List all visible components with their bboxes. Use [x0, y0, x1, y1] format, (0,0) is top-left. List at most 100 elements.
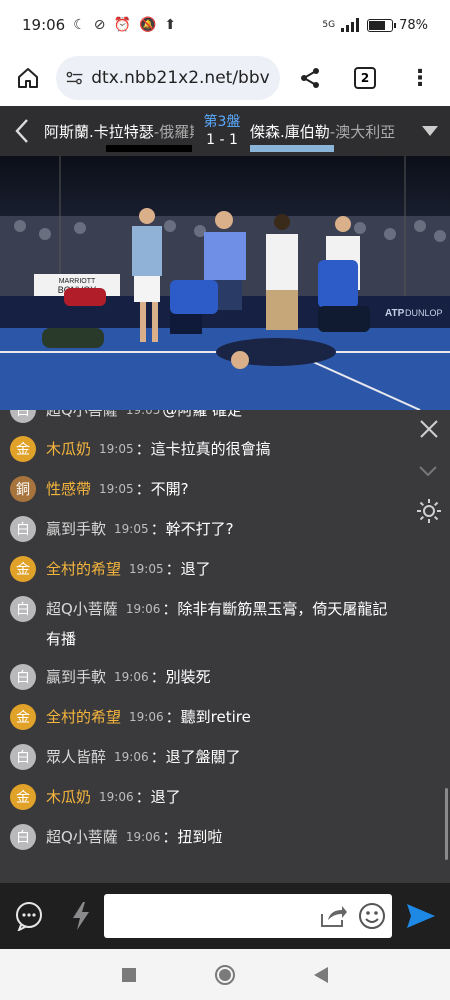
chat-text: ：不開? — [135, 480, 189, 498]
badge-white: 白 — [10, 744, 36, 770]
chevron-down-icon — [419, 466, 437, 477]
home-button[interactable] — [0, 50, 56, 106]
chat-text-content: 這卡拉真的很會搞 — [150, 440, 271, 458]
battery-value: 78 — [399, 17, 416, 33]
chat-mode-button[interactable] — [0, 901, 58, 931]
badge-white: 白 — [10, 664, 36, 690]
send-button[interactable] — [392, 903, 450, 929]
chat-text: ：扭到啦 — [162, 828, 223, 846]
quick-message-button[interactable] — [58, 902, 104, 930]
chat-text: @阿蘿 確定 — [162, 410, 243, 419]
chat-scrollbar[interactable] — [445, 788, 448, 860]
player-right-country: -澳大利亞 — [329, 122, 396, 141]
status-time: 19:06 — [22, 16, 66, 34]
chat-message: 金 全村的希望 19:05 ：退了 — [10, 556, 410, 582]
set-score: 1 - 1 — [206, 132, 238, 148]
chat-username[interactable]: 全村的希望 — [46, 704, 121, 730]
alarm-icon: ⏰ — [113, 17, 131, 33]
video-player[interactable]: MARRIOTT BONVOY ATP DUNLOP — [0, 156, 450, 410]
browser-toolbar: dtx.nbb21x2.net/bbview 2 ⋮ — [0, 50, 450, 106]
badge-white: 白 — [10, 824, 36, 850]
mute-notification-icon: ⊘ — [93, 17, 106, 33]
chat-timestamp: 19:06 — [114, 670, 149, 684]
chat-timestamp: 19:06 — [129, 710, 164, 724]
chat-text-content: 不開? — [150, 480, 189, 498]
chat-message: 金 木瓜奶 19:05 ：這卡拉真的很會搞 — [10, 436, 410, 462]
recents-button[interactable] — [122, 967, 136, 982]
url-text[interactable]: dtx.nbb21x2.net/bbview — [91, 68, 270, 88]
badge-white: 白 — [10, 516, 36, 542]
badge-gold: 金 — [10, 784, 36, 810]
chat-text-content: 退了盤關了 — [165, 748, 241, 766]
chat-username[interactable]: 贏到手軟 — [46, 516, 106, 542]
chat-timestamp: 19:05 — [114, 522, 149, 536]
chat-panel[interactable]: 白 超Q小菩薩 19:05 @阿蘿 確定 金 木瓜奶 19:05 ：這卡拉真的很… — [0, 410, 450, 883]
chat-username[interactable]: 超Q小菩薩 — [46, 596, 118, 622]
chat-username[interactable]: 眾人皆醉 — [46, 744, 106, 770]
tennis-broadcast-image: MARRIOTT BONVOY ATP DUNLOP — [0, 156, 450, 410]
chat-text: ：退了 — [135, 788, 181, 806]
player-left-country: -俄羅斯 — [153, 122, 194, 141]
chat-username[interactable]: 木瓜奶 — [46, 784, 91, 810]
emoji-icon[interactable] — [358, 902, 386, 930]
chat-message: 金 全村的希望 19:06 ：聽到retire — [10, 704, 410, 730]
chat-text-content: 退了 — [180, 560, 211, 578]
chat-message: 白 贏到手軟 19:05 ：幹不打了? — [10, 516, 410, 542]
player-left: 阿斯蘭.卡拉特瑟 -俄羅斯 — [44, 106, 194, 156]
badge-gold: 金 — [10, 704, 36, 730]
chat-close-button[interactable] — [418, 418, 440, 440]
player-left-color-bar — [106, 145, 192, 152]
chat-username[interactable]: 超Q小菩薩 — [46, 824, 118, 850]
chevron-left-icon — [15, 119, 28, 143]
chat-username[interactable]: 性感帶 — [46, 476, 91, 502]
chat-text: ：這卡拉真的很會搞 — [135, 440, 271, 458]
chat-message: 白 贏到手軟 19:06 ：別裝死 — [10, 664, 410, 690]
chat-username[interactable]: 超Q小菩薩 — [46, 410, 118, 423]
chat-collapse-button[interactable] — [418, 462, 438, 481]
caret-down-icon — [422, 126, 438, 136]
chat-text: ：別裝死 — [150, 668, 211, 686]
address-bar[interactable]: dtx.nbb21x2.net/bbview — [56, 56, 280, 100]
chat-text-content: 退了 — [150, 788, 181, 806]
chat-text-content: 扭到啦 — [177, 828, 223, 846]
more-vertical-icon: ⋮ — [409, 65, 431, 91]
chat-username[interactable]: 木瓜奶 — [46, 436, 91, 462]
chat-message: 白 超Q小菩薩 19:06 ：除非有斷筋黑玉膏，倚天屠龍記 有播 — [10, 596, 410, 652]
back-button[interactable] — [0, 118, 44, 144]
back-nav-button[interactable] — [314, 966, 328, 983]
chat-text-content: 幹不打了? — [165, 520, 234, 538]
silent-icon: 🔕 — [138, 17, 157, 33]
player-right-color-bar — [250, 145, 334, 152]
chat-text: ：除非有斷筋黑玉膏，倚天屠龍記 — [162, 600, 388, 618]
home-icon — [18, 68, 38, 88]
chat-text: ：幹不打了? — [150, 520, 234, 538]
more-menu-button[interactable]: ⋮ — [390, 66, 450, 91]
badge-gold: 金 — [10, 436, 36, 462]
brightness-button[interactable] — [416, 498, 442, 528]
set-score-box: 第3盤 1 - 1 — [194, 113, 250, 149]
status-icons: ☾ ⊘ ⏰ 🔕 ⬆ — [73, 17, 176, 33]
chat-timestamp: 19:05 — [99, 482, 134, 496]
chat-username[interactable]: 贏到手軟 — [46, 664, 106, 690]
chat-message: 金 木瓜奶 19:06 ：退了 — [10, 784, 410, 810]
send-icon — [407, 904, 435, 928]
status-bar: 19:06 ☾ ⊘ ⏰ 🔕 ⬆ 5G 78% — [0, 0, 450, 50]
moon-icon: ☾ — [73, 17, 86, 33]
site-settings-icon[interactable] — [66, 69, 83, 87]
share-arrow-icon[interactable] — [320, 904, 348, 928]
chat-username[interactable]: 全村的希望 — [46, 556, 121, 582]
home-nav-button[interactable] — [214, 964, 236, 986]
chat-message-partial: 白 超Q小菩薩 19:05 @阿蘿 確定 — [10, 410, 410, 423]
match-dropdown-button[interactable] — [410, 126, 450, 136]
share-button[interactable] — [280, 66, 340, 90]
chat-input-field[interactable] — [104, 894, 392, 938]
chat-timestamp: 19:05 — [129, 562, 164, 576]
chat-message: 白 超Q小菩薩 19:06 ：扭到啦 — [10, 824, 410, 850]
chat-message: 白 眾人皆醉 19:06 ：退了盤關了 — [10, 744, 410, 770]
tab-count: 2 — [354, 67, 376, 89]
sponsor-text-4: DUNLOP — [405, 308, 443, 318]
tabs-button[interactable]: 2 — [340, 67, 390, 89]
system-nav-bar — [0, 949, 450, 1000]
chat-timestamp: 19:06 — [114, 750, 149, 764]
chat-input-bar — [0, 883, 450, 949]
